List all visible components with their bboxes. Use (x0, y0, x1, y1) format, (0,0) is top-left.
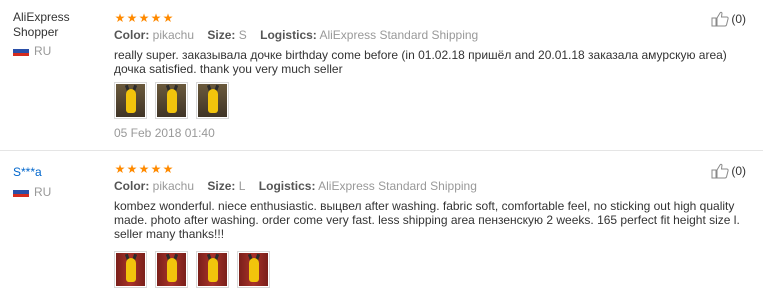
star-icon: ★ (138, 11, 150, 25)
helpful-count: (0) (731, 164, 746, 178)
review-date: 05 Feb 2018 01:40 (114, 126, 215, 140)
reviewer-country: RU (13, 44, 51, 58)
size-label: Size: (207, 28, 236, 42)
review-photo-thumbnail[interactable] (196, 82, 229, 119)
star-icon: ★ (150, 11, 162, 25)
country-code: RU (34, 44, 52, 58)
reviewer-country: RU (13, 185, 51, 199)
size-label: Size: (207, 179, 236, 193)
thumbs-up-icon (711, 11, 729, 27)
review-photo-thumbnail[interactable] (155, 251, 188, 288)
color-label: Color: (114, 179, 150, 193)
star-icon: ★ (126, 162, 138, 176)
helpful-button[interactable]: (0) (711, 11, 746, 27)
star-icon: ★ (126, 11, 138, 25)
star-icon: ★ (162, 162, 174, 176)
thumbs-up-icon (711, 163, 729, 179)
size-value: S (238, 28, 247, 42)
star-icon: ★ (162, 11, 174, 25)
russia-flag-icon (13, 45, 29, 57)
logistics-label: Logistics: (258, 179, 316, 193)
order-attributes: Color: pikachu Size: S Logistics: AliExp… (114, 28, 478, 42)
star-rating: ★ ★ ★ ★ ★ (114, 163, 174, 175)
review-photos (114, 82, 237, 119)
review-text: kombez wonderful. niece enthusiastic. вы… (114, 199, 740, 241)
review-photos (114, 251, 278, 288)
logistics-value: AliExpress Standard Shipping (318, 179, 477, 193)
helpful-count: (0) (731, 12, 746, 26)
review-item: AliExpress Shopper RU ★ ★ ★ ★ ★ Color: p… (0, 0, 763, 150)
review-photo-thumbnail[interactable] (114, 251, 147, 288)
order-attributes: Color: pikachu Size: L Logistics: AliExp… (114, 179, 477, 193)
review-photo-thumbnail[interactable] (237, 251, 270, 288)
russia-flag-icon (13, 186, 29, 198)
star-icon: ★ (114, 162, 126, 176)
star-icon: ★ (150, 162, 162, 176)
country-code: RU (34, 185, 52, 199)
review-text: really super. заказывала дочке birthday … (114, 48, 727, 76)
reviewer-name-link[interactable]: S***a (13, 165, 98, 180)
review-photo-thumbnail[interactable] (155, 82, 188, 119)
review-photo-thumbnail[interactable] (196, 251, 229, 288)
star-icon: ★ (138, 162, 150, 176)
helpful-button[interactable]: (0) (711, 163, 746, 179)
size-value: L (238, 179, 246, 193)
logistics-label: Logistics: (260, 28, 317, 42)
review-item: S***a RU ★ ★ ★ ★ ★ Color: pikachu Size: … (0, 151, 763, 293)
review-photo-thumbnail[interactable] (114, 82, 147, 119)
star-icon: ★ (114, 11, 126, 25)
color-value: pikachu (152, 28, 195, 42)
reviewer-name: AliExpress Shopper (13, 10, 70, 39)
color-value: pikachu (152, 179, 195, 193)
star-rating: ★ ★ ★ ★ ★ (114, 12, 174, 24)
color-label: Color: (114, 28, 150, 42)
logistics-value: AliExpress Standard Shipping (319, 28, 479, 42)
